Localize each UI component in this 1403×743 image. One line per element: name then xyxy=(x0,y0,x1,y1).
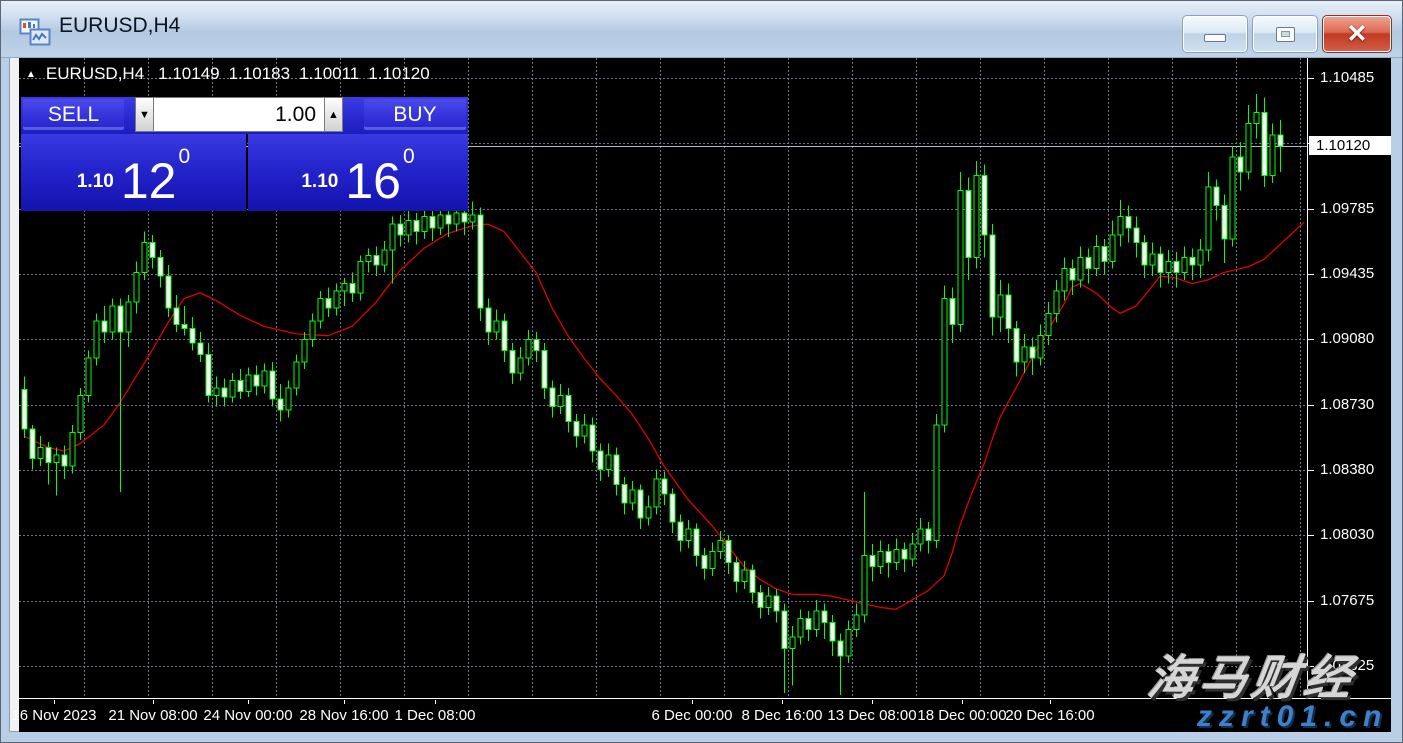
sell-price-sup: 0 xyxy=(178,145,190,169)
lot-increase-button[interactable]: ▲ xyxy=(324,97,343,132)
date-axis-label: 16 Nov 2023 xyxy=(0,707,109,724)
price-axis[interactable]: 1.104851.101351.097851.094351.090801.087… xyxy=(1308,58,1391,698)
date-axis-tick xyxy=(962,700,963,704)
current-price-badge: 1.10120 xyxy=(1309,136,1391,155)
trade-panel-toolbar: SELL ▼ ▲ BUY xyxy=(21,97,468,134)
date-axis-label: 21 Nov 08:00 xyxy=(98,707,208,724)
ohlc-header: ▲ EURUSD,H4 1.10149 1.10183 1.10011 1.10… xyxy=(26,63,439,85)
price-axis-tick xyxy=(1308,666,1314,667)
chart-window: EURUSD,H4 ✕ ▲ EURUSD,H4 1.10149 1.10183 … xyxy=(0,0,1403,743)
moving-average-line xyxy=(24,222,1304,609)
minimize-button[interactable] xyxy=(1182,15,1248,53)
window-title: EURUSD,H4 xyxy=(59,14,180,38)
date-axis-tick xyxy=(872,700,873,704)
price-axis-tick xyxy=(1308,274,1314,275)
price-axis-label: 1.08030 xyxy=(1320,527,1374,543)
ohlc-high: 1.10183 xyxy=(229,64,290,84)
lot-decrease-button[interactable]: ▼ xyxy=(135,97,154,132)
date-axis-label: 24 Nov 00:00 xyxy=(193,707,303,724)
sell-price-main: 12 xyxy=(121,161,177,202)
price-axis-label: 1.09080 xyxy=(1320,331,1374,347)
price-axis-label: 1.10485 xyxy=(1320,70,1374,86)
buy-price-prefix: 1.10 xyxy=(301,171,338,193)
collapse-arrow-icon[interactable]: ▲ xyxy=(26,69,36,80)
close-button[interactable]: ✕ xyxy=(1322,15,1392,53)
titlebar[interactable]: EURUSD,H4 ✕ xyxy=(1,1,1402,58)
lot-size-input[interactable] xyxy=(154,97,324,132)
price-axis-label: 1.07325 xyxy=(1320,658,1374,674)
trade-panel: SELL ▼ ▲ BUY 1.10 12 0 1.10 16 0 xyxy=(21,97,468,211)
date-axis-tick xyxy=(54,700,55,704)
restore-icon xyxy=(1276,27,1295,42)
price-axis-label: 1.08730 xyxy=(1320,397,1374,413)
window-controls: ✕ xyxy=(1182,15,1392,53)
chart-client-area: ▲ EURUSD,H4 1.10149 1.10183 1.10011 1.10… xyxy=(19,58,1391,732)
price-axis-label: 1.08380 xyxy=(1320,462,1374,478)
price-axis-label: 1.09435 xyxy=(1320,266,1374,282)
price-axis-tick xyxy=(1308,535,1314,536)
sell-button[interactable]: SELL xyxy=(23,99,124,130)
price-axis-tick xyxy=(1308,339,1314,340)
ohlc-open: 1.10149 xyxy=(158,64,219,84)
minimize-icon xyxy=(1204,34,1226,42)
price-axis-tick xyxy=(1308,405,1314,406)
buy-price-main: 16 xyxy=(345,161,401,202)
restore-button[interactable] xyxy=(1252,15,1318,53)
buy-price-panel[interactable]: 1.10 16 0 xyxy=(248,134,468,211)
price-axis-tick xyxy=(1308,601,1314,602)
ohlc-symbol: EURUSD,H4 xyxy=(46,64,144,84)
ohlc-low: 1.10011 xyxy=(299,64,359,84)
date-axis-label: 20 Dec 16:00 xyxy=(995,707,1105,724)
price-axis-tick xyxy=(1308,78,1314,79)
chart-window-icon xyxy=(19,18,51,46)
sell-price-panel[interactable]: 1.10 12 0 xyxy=(21,134,246,211)
date-axis-tick xyxy=(435,700,436,704)
date-axis-label: 1 Dec 08:00 xyxy=(380,707,490,724)
date-axis-tick xyxy=(1050,700,1051,704)
buy-price-sup: 0 xyxy=(403,145,415,169)
price-axis-label: 1.09785 xyxy=(1320,201,1374,217)
close-icon: ✕ xyxy=(1347,22,1368,47)
date-axis-tick xyxy=(692,700,693,704)
date-axis-tick xyxy=(153,700,154,704)
price-axis-label: 1.07675 xyxy=(1320,593,1374,609)
date-axis-tick xyxy=(248,700,249,704)
date-axis-tick xyxy=(344,700,345,704)
sell-price-prefix: 1.10 xyxy=(77,171,114,193)
price-axis-tick xyxy=(1308,209,1314,210)
buy-button[interactable]: BUY xyxy=(364,99,466,130)
date-axis-tick xyxy=(782,700,783,704)
ohlc-close: 1.10120 xyxy=(368,64,429,84)
window-frame-mat: ▲ EURUSD,H4 1.10149 1.10183 1.10011 1.10… xyxy=(9,58,1389,732)
price-axis-tick xyxy=(1308,470,1314,471)
date-axis[interactable]: 16 Nov 202321 Nov 08:0024 Nov 00:0028 No… xyxy=(19,699,1391,732)
